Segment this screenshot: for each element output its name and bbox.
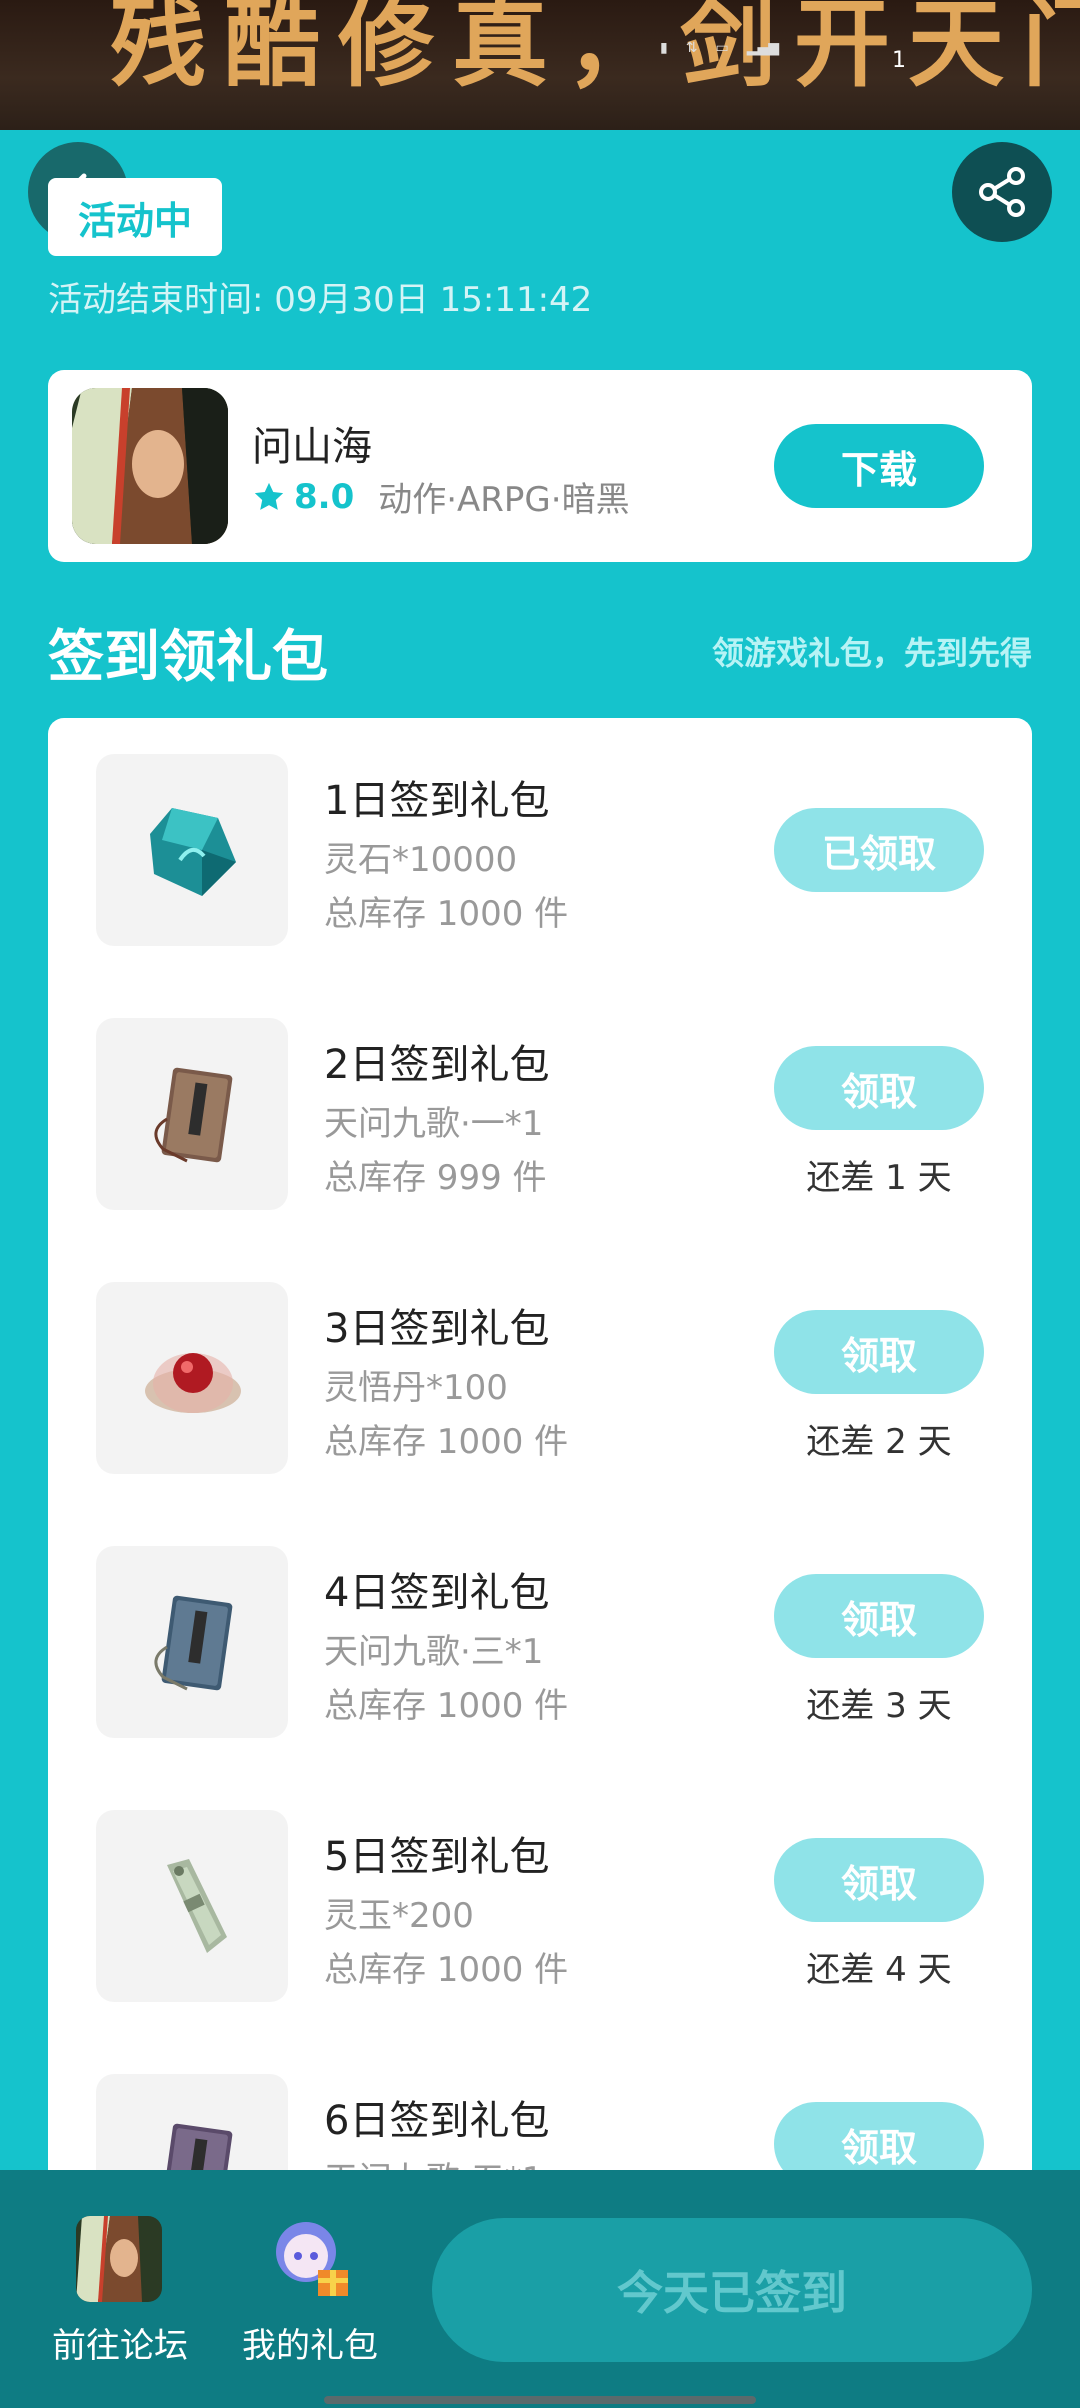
share-icon [979, 167, 1025, 217]
gift-item-day-5: 5日签到礼包 灵玉*200 总库存 1000 件 领取 还差 4 天 [48, 1810, 1032, 2002]
gift-title: 1日签到礼包 [324, 778, 550, 824]
gift-list: 1日签到礼包 灵石*10000 总库存 1000 件 已领取 2日签到礼包 天问… [48, 718, 1032, 2218]
gift-box-icon [266, 2216, 352, 2302]
gift-content: 灵石*10000 [324, 840, 518, 880]
gift-item-day-2: 2日签到礼包 天问九歌·一*1 总库存 999 件 领取 还差 1 天 [48, 1018, 1032, 1210]
section-subtitle: 领游戏礼包，先到先得 [711, 634, 1032, 672]
section-title: 签到领礼包 [48, 625, 328, 690]
elixir-pill-icon [96, 1282, 288, 1474]
gift-title: 6日签到礼包 [324, 2098, 550, 2144]
claim-button[interactable]: 领取 [774, 1838, 984, 1922]
days-remaining: 还差 2 天 [806, 1422, 952, 1462]
my-gifts-link[interactable]: 我的礼包 [230, 2216, 390, 2376]
claim-button[interactable]: 领取 [774, 1574, 984, 1658]
forum-game-icon [76, 2216, 162, 2302]
forum-link[interactable]: 前往论坛 [40, 2216, 200, 2376]
book-icon [96, 1018, 288, 1210]
gift-content: 天问九歌·三*1 [324, 1632, 544, 1672]
signal-icon: ▂▄▆ [746, 40, 779, 56]
share-button[interactable] [952, 142, 1052, 242]
claim-button[interactable]: 领取 [774, 1310, 984, 1394]
gift-title: 5日签到礼包 [324, 1834, 550, 1880]
book-icon [96, 1546, 288, 1738]
home-indicator [324, 2396, 756, 2404]
days-remaining: 还差 4 天 [806, 1950, 952, 1990]
status-icons: ▮ ⇅ ▭ ▂▄▆ [660, 40, 779, 56]
days-remaining: 还差 3 天 [806, 1686, 952, 1726]
game-rating: 8.0 [294, 476, 355, 517]
game-card[interactable]: 问山海 8.0 动作·ARPG·暗黑 下载 [48, 370, 1032, 562]
gift-stock: 总库存 1000 件 [324, 1686, 569, 1726]
status-number: 1 [892, 48, 906, 73]
days-remaining: 还差 1 天 [806, 1158, 952, 1198]
gift-title: 3日签到礼包 [324, 1306, 550, 1352]
gift-stock: 总库存 1000 件 [324, 1950, 569, 1990]
gift-item-day-3: 3日签到礼包 灵悟丹*100 总库存 1000 件 领取 还差 2 天 [48, 1282, 1032, 1474]
gift-content: 灵玉*200 [324, 1896, 474, 1936]
gift-content: 天问九歌·一*1 [324, 1104, 544, 1144]
claim-button[interactable]: 领取 [774, 1046, 984, 1130]
game-name: 问山海 [252, 424, 372, 470]
activity-end-time: 活动结束时间: 09月30日 15:11:42 [48, 280, 593, 320]
gift-item-day-1: 1日签到礼包 灵石*10000 总库存 1000 件 已领取 [48, 754, 1032, 946]
spirit-stone-icon [96, 754, 288, 946]
gift-stock: 总库存 1000 件 [324, 894, 569, 934]
forum-label: 前往论坛 [52, 2326, 188, 2366]
jade-icon [96, 1810, 288, 2002]
network-speed-icon: ⇅ [685, 40, 698, 56]
signed-in-today-button[interactable]: 今天已签到 [432, 2218, 1032, 2362]
gift-item-day-4: 4日签到礼包 天问九歌·三*1 总库存 1000 件 领取 还差 3 天 [48, 1546, 1032, 1738]
gift-title: 4日签到礼包 [324, 1570, 550, 1616]
gift-title: 2日签到礼包 [324, 1042, 550, 1088]
top-banner: 残酷修真，剑开天门 ▮ ⇅ ▭ ▂▄▆ 1 [0, 0, 1080, 130]
hd-icon: ▭ [715, 40, 729, 56]
game-icon [72, 388, 228, 544]
gift-content: 灵悟丹*100 [324, 1368, 508, 1408]
my-gifts-label: 我的礼包 [242, 2326, 378, 2366]
star-icon [254, 482, 284, 510]
gift-stock: 总库存 1000 件 [324, 1422, 569, 1462]
banner-title: 残酷修真，剑开天门 [110, 0, 1080, 100]
game-meta: 8.0 动作·ARPG·暗黑 [252, 472, 630, 521]
bottom-bar: 前往论坛 我的礼包 今天已签到 [0, 2170, 1080, 2408]
claimed-button[interactable]: 已领取 [774, 808, 984, 892]
vibrate-icon: ▮ [660, 40, 668, 56]
game-tags: 动作·ARPG·暗黑 [378, 480, 630, 520]
gift-stock: 总库存 999 件 [324, 1158, 547, 1198]
activity-status-badge: 活动中 [48, 178, 222, 256]
download-button[interactable]: 下载 [774, 424, 984, 508]
